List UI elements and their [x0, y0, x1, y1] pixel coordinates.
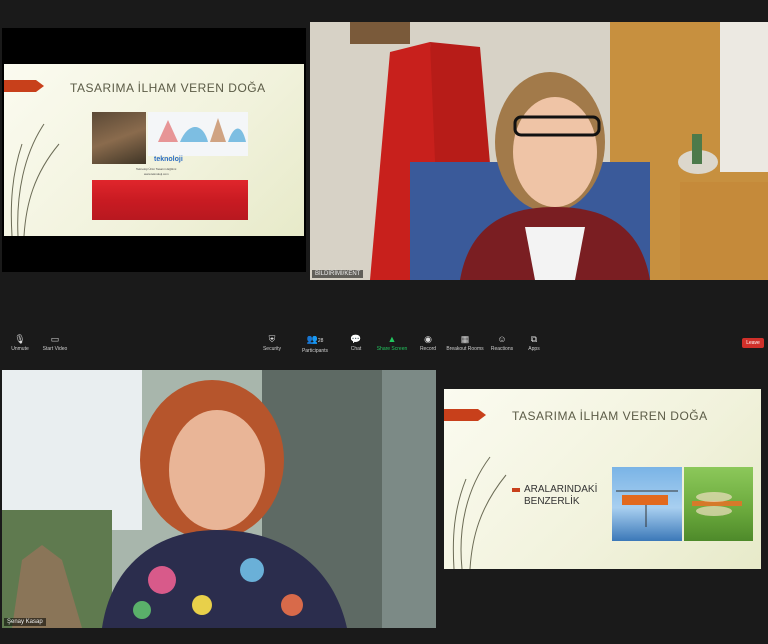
- slide-2[interactable]: TASARIMA İLHAM VEREN DOĞA ARALARINDAKİ B…: [444, 389, 761, 569]
- participants-icon: 👥28: [306, 334, 324, 344]
- breakout-rooms-button[interactable]: ▦ Breakout Rooms: [446, 334, 484, 352]
- record-icon: ◉: [424, 334, 432, 344]
- slide-title-marker: [4, 80, 44, 92]
- diagram-image: [148, 112, 248, 156]
- bullet-marker: [512, 488, 520, 492]
- grass-decoration: [10, 123, 60, 236]
- participants-button[interactable]: 👥28 Participants: [300, 334, 330, 354]
- video-tile-participant[interactable]: Şenay Kasap: [2, 370, 436, 628]
- leave-button[interactable]: Leave: [742, 338, 764, 348]
- bullet-text: ARALARINDAKİ BENZERLİK: [524, 484, 598, 507]
- meeting-toolbar: 🎙 Unmute ▭ Start Video ⛨ Security 👥28 Pa…: [0, 330, 768, 358]
- shared-slide-tile-1[interactable]: TASARIMA İLHAM VEREN DOĞA teknoloji Tekn…: [2, 28, 306, 272]
- participant-name: Şenay Kasap: [4, 618, 46, 626]
- microphone-muted-icon: 🎙: [14, 334, 26, 344]
- video-tile-host[interactable]: BİLDİRİMİ/KENT: [310, 22, 768, 280]
- slide-1-title: TASARIMA İLHAM VEREN DOĞA: [70, 81, 266, 95]
- logo-url: www.teknoloji.com: [144, 172, 169, 176]
- share-screen-icon: ▲: [387, 334, 397, 344]
- fabric-image: [92, 180, 248, 220]
- shield-icon: ⛨: [268, 334, 276, 344]
- apps-icon: ⧉: [530, 334, 538, 344]
- slide-1: TASARIMA İLHAM VEREN DOĞA teknoloji Tekn…: [4, 64, 304, 236]
- slide-title-marker: [444, 409, 486, 421]
- grass-decoration: [452, 456, 507, 569]
- participants-count: 28: [317, 338, 324, 344]
- breakout-rooms-icon: ▦: [460, 334, 470, 344]
- pinecone-image: [92, 112, 146, 164]
- dragonfly-image: [684, 467, 753, 541]
- start-video-button[interactable]: ▭ Start Video: [40, 334, 70, 352]
- participant-name: BİLDİRİMİ/KENT: [312, 270, 364, 278]
- chat-button[interactable]: 💬 Chat: [346, 334, 366, 352]
- reactions-icon: ☺: [497, 334, 507, 344]
- logo-subtitle: Teknoloji Ürün Tasarım Eğitimi: [136, 167, 177, 171]
- participant-video-feed: [2, 370, 436, 628]
- chat-icon: 💬: [350, 334, 362, 344]
- security-button[interactable]: ⛨ Security: [260, 334, 284, 352]
- record-button[interactable]: ◉ Record: [418, 334, 438, 352]
- apps-button[interactable]: ⧉ Apps: [524, 334, 544, 352]
- host-video-feed: [310, 22, 768, 280]
- slide-2-title: TASARIMA İLHAM VEREN DOĞA: [512, 409, 708, 423]
- video-off-icon: ▭: [50, 334, 60, 344]
- share-screen-button[interactable]: ▲ Share Screen: [376, 334, 408, 352]
- logo-text: teknoloji: [154, 156, 183, 163]
- helicopter-image: [612, 467, 682, 541]
- reactions-button[interactable]: ☺ Reactions: [490, 334, 514, 352]
- unmute-button[interactable]: 🎙 Unmute: [8, 334, 32, 352]
